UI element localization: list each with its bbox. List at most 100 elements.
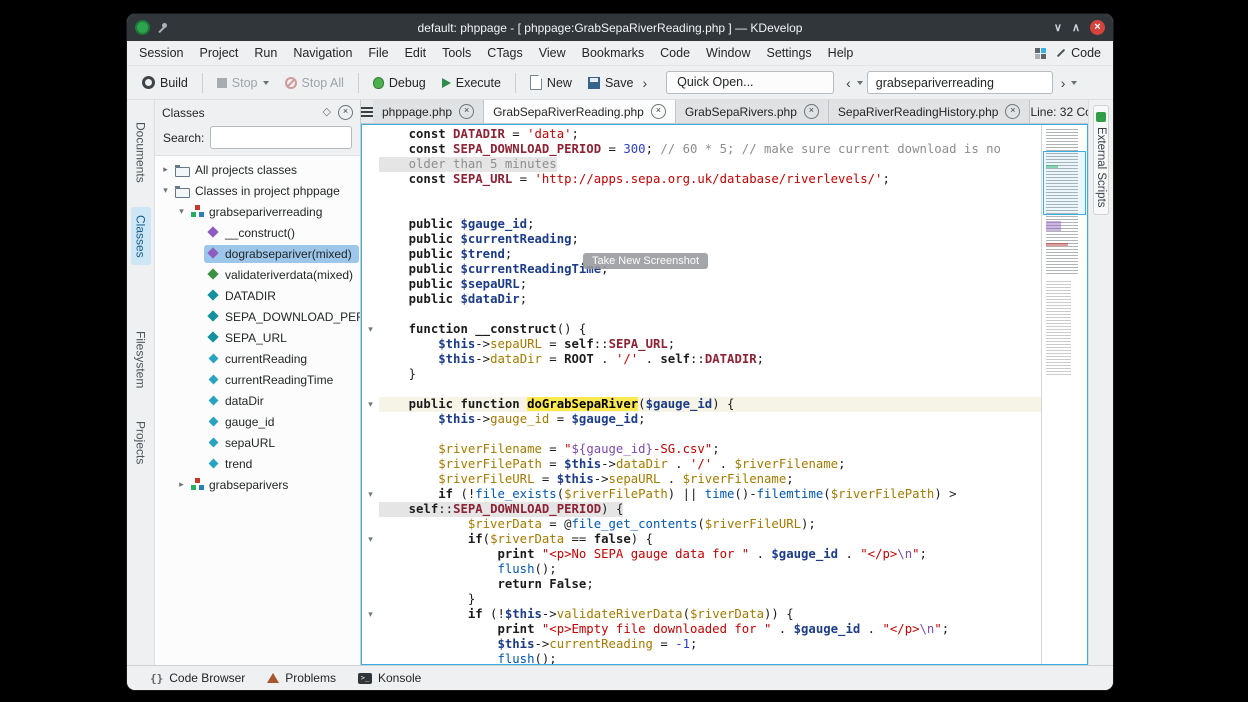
right-dock: External Scripts <box>1088 100 1113 665</box>
float-panel-icon[interactable]: ◇ <box>323 106 331 119</box>
debug-button[interactable]: Debug <box>366 72 433 94</box>
code-line: } <box>362 367 1041 382</box>
expanded-expander-icon[interactable]: ▾ <box>175 206 188 217</box>
tree-item[interactable]: validateriverdata(mixed) <box>155 264 360 285</box>
stop-dropdown-icon[interactable] <box>263 81 269 88</box>
tab-close-icon[interactable]: × <box>459 104 474 119</box>
save-more-icon[interactable]: › <box>638 73 651 93</box>
code-text: public $currentReading; <box>379 232 579 247</box>
minimap[interactable] <box>1041 125 1087 664</box>
tree-item[interactable]: ▸grabseparivers <box>155 474 360 495</box>
editor-tab[interactable]: GrabSepaRivers.php × <box>676 100 829 123</box>
code-area-button[interactable]: Code <box>1056 46 1101 60</box>
collapsed-expander-icon[interactable]: ▸ <box>159 164 172 175</box>
menu-settings[interactable]: Settings <box>759 42 820 65</box>
minimap-viewport[interactable] <box>1043 151 1086 215</box>
tree-item[interactable]: ▾Classes in project phppage <box>155 180 360 201</box>
constant-icon <box>207 289 220 302</box>
tree-item[interactable]: gauge_id <box>155 411 360 432</box>
toolbar-search-input[interactable] <box>867 71 1053 94</box>
stop-button[interactable]: Stop <box>210 72 276 94</box>
code-text: if (!$this->validateRiverData($riverData… <box>379 607 794 622</box>
editor-tab[interactable]: SepaRiverReadingHistory.php× <box>829 100 1031 123</box>
menu-ctags[interactable]: CTags <box>479 42 530 65</box>
dock-tab-documents[interactable]: Documents <box>131 114 151 191</box>
code-line: } <box>362 592 1041 607</box>
tree-item[interactable]: DATADIR <box>155 285 360 306</box>
fold-marker-icon[interactable]: ▾ <box>362 322 379 337</box>
menu-bookmarks[interactable]: Bookmarks <box>574 42 653 65</box>
dock-tab-filesystem[interactable]: Filesystem <box>131 323 151 396</box>
statusbar-code-browser-button[interactable]: {}Code Browser <box>139 666 256 690</box>
tree-item[interactable]: dograbsepariver(mixed) <box>155 243 360 264</box>
fold-marker-icon[interactable]: ▾ <box>362 487 379 502</box>
code-area[interactable]: const DATADIR = 'data'; const SEPA_DOWNL… <box>362 125 1041 664</box>
save-button[interactable]: Save › <box>581 69 658 97</box>
editor-tab[interactable]: phppage.php× <box>373 100 484 123</box>
fold-marker-icon[interactable]: ▾ <box>362 397 379 412</box>
next-match-icon[interactable]: › <box>1057 73 1070 93</box>
tree-item[interactable]: trend <box>155 453 360 474</box>
menu-code[interactable]: Code <box>652 42 698 65</box>
statusbar-konsole-button[interactable]: >_Konsole <box>347 666 432 690</box>
classes-search-input[interactable] <box>210 126 352 149</box>
tab-label: GrabSepaRivers.php <box>685 105 797 119</box>
menu-run[interactable]: Run <box>246 42 285 65</box>
prev-match-icon[interactable]: ‹ <box>842 73 855 93</box>
tab-close-icon[interactable]: × <box>651 104 666 119</box>
menu-view[interactable]: View <box>531 42 574 65</box>
tree-item[interactable]: currentReadingTime <box>155 369 360 390</box>
menu-project[interactable]: Project <box>191 42 246 65</box>
code-line: public $currentReading; <box>362 232 1041 247</box>
menu-session[interactable]: Session <box>131 42 191 65</box>
tree-item[interactable]: sepaURL <box>155 432 360 453</box>
menu-navigation[interactable]: Navigation <box>285 42 360 65</box>
menu-tools[interactable]: Tools <box>434 42 479 65</box>
search-options-icon[interactable] <box>857 81 863 88</box>
tree-item-content: All projects classes <box>172 161 304 179</box>
shade-down-icon[interactable]: ∨ <box>1054 21 1062 35</box>
menu-file[interactable]: File <box>360 42 396 65</box>
tree-item[interactable]: SEPA_URL <box>155 327 360 348</box>
tree-item[interactable]: ▾grabsepariverreading <box>155 201 360 222</box>
quick-open-button[interactable]: Quick Open... <box>666 71 834 94</box>
menu-edit[interactable]: Edit <box>397 42 435 65</box>
document-list-button[interactable] <box>361 100 373 123</box>
tree-item[interactable]: dataDir <box>155 390 360 411</box>
close-panel-icon[interactable]: × <box>338 105 353 120</box>
editor-tab[interactable]: GrabSepaRiverReading.php× <box>484 100 676 123</box>
fold-gutter <box>362 592 379 607</box>
code-line: ▾ if (!$this->validateRiverData($riverDa… <box>362 607 1041 622</box>
dock-tab-external-scripts[interactable]: External Scripts <box>1093 105 1109 215</box>
fold-marker-icon[interactable]: ▾ <box>362 607 379 622</box>
pin-icon[interactable] <box>157 22 169 34</box>
tree-item[interactable]: __construct() <box>155 222 360 243</box>
shade-up-icon[interactable]: ∧ <box>1072 21 1080 35</box>
new-button[interactable]: New <box>523 71 579 94</box>
close-button[interactable]: × <box>1090 20 1105 35</box>
fold-marker-icon[interactable]: ▾ <box>362 532 379 547</box>
tab-close-icon[interactable]: × <box>804 104 819 119</box>
stop-all-button[interactable]: Stop All <box>278 72 351 94</box>
build-button[interactable]: Build <box>135 72 195 94</box>
tree-item[interactable]: currentReading <box>155 348 360 369</box>
expanded-expander-icon[interactable]: ▾ <box>159 185 172 196</box>
dock-tab-projects[interactable]: Projects <box>131 413 151 472</box>
search-history-icon[interactable] <box>1071 81 1077 88</box>
tab-close-icon[interactable]: × <box>1005 104 1020 119</box>
code-text: print "<p>Empty file downloaded for " . … <box>379 622 949 637</box>
execute-button[interactable]: Execute <box>435 72 508 94</box>
code-line: public $sepaURL; <box>362 277 1041 292</box>
code-line: $riverData = @file_get_contents($riverFi… <box>362 517 1041 532</box>
tree-item[interactable]: ▸All projects classes <box>155 159 360 180</box>
area-switcher-icon[interactable] <box>1035 48 1046 59</box>
collapsed-expander-icon[interactable]: ▸ <box>175 479 188 490</box>
menu-window[interactable]: Window <box>698 42 758 65</box>
dock-tab-classes[interactable]: Classes <box>131 207 151 266</box>
tree-item[interactable]: SEPA_DOWNLOAD_PERIOD <box>155 306 360 327</box>
code-line: public $gauge_id; <box>362 217 1041 232</box>
statusbar-problems-button[interactable]: Problems <box>256 666 347 690</box>
menu-help[interactable]: Help <box>820 42 862 65</box>
minimap-texture <box>1046 281 1071 377</box>
titlebar[interactable]: default: phppage - [ phppage:GrabSepaRiv… <box>127 14 1113 41</box>
